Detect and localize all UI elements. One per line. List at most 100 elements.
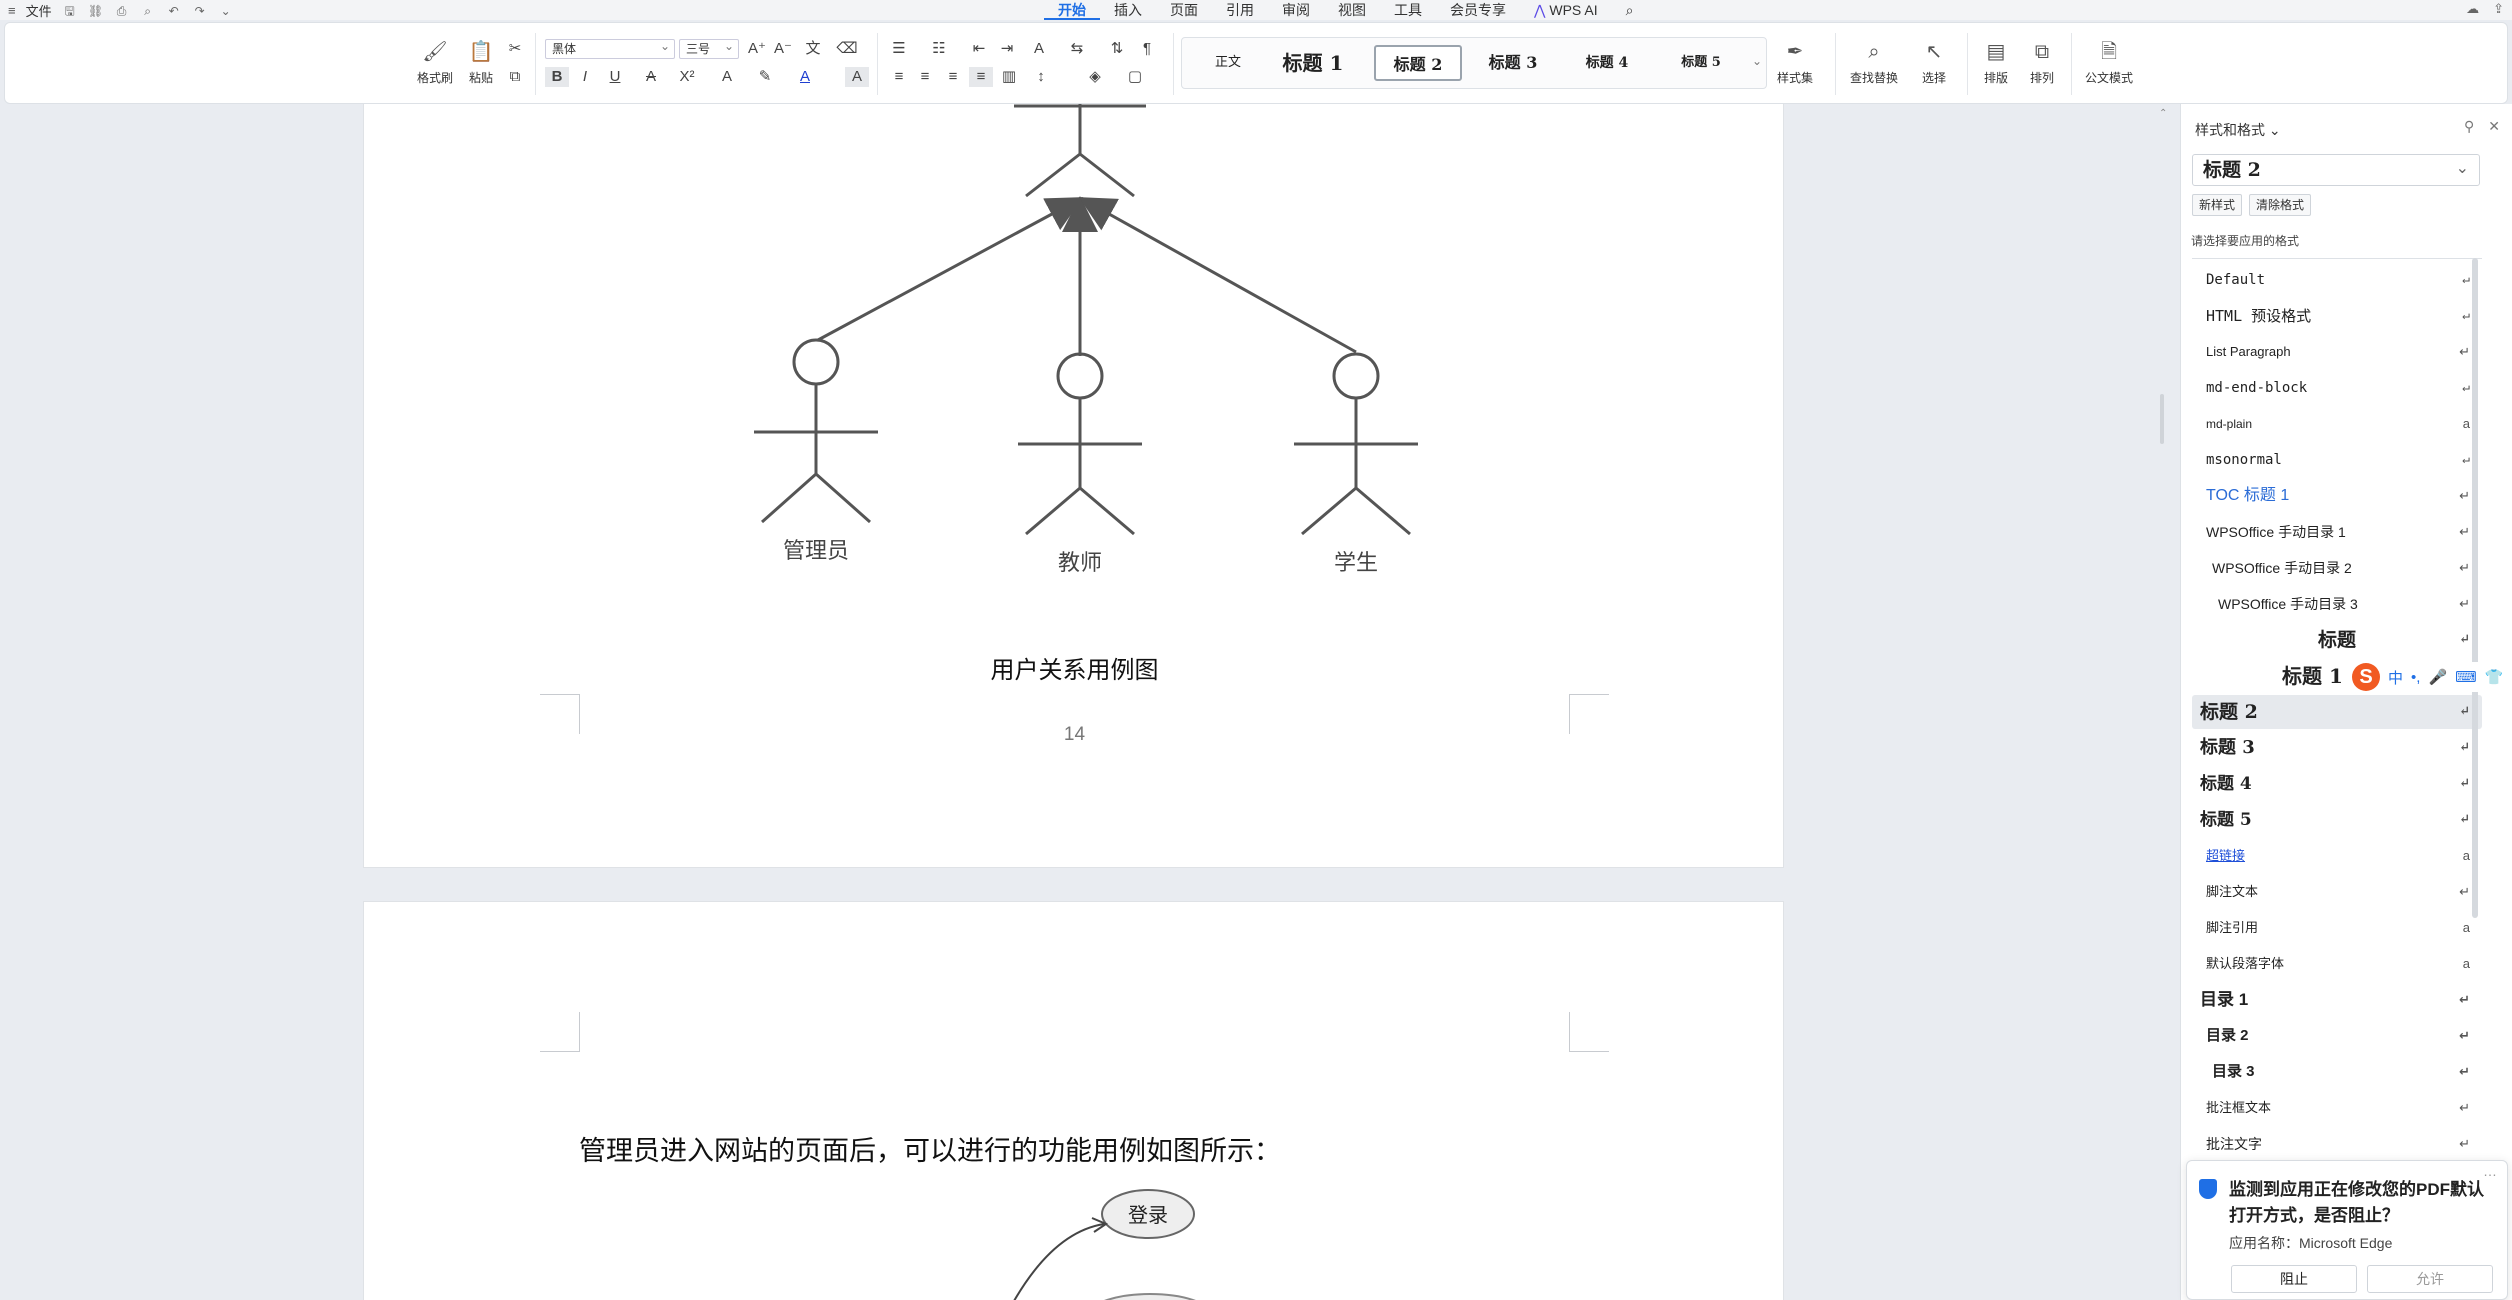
cut-icon[interactable]: ✂ xyxy=(503,39,527,59)
phonetic-icon[interactable]: 文 xyxy=(801,39,825,59)
select-button[interactable]: ↖ 选择 xyxy=(1909,39,1959,86)
superscript-icon[interactable]: X² xyxy=(675,67,699,87)
sogou-logo-icon[interactable]: S xyxy=(2352,663,2380,691)
keyboard-icon[interactable]: ⌨ xyxy=(2455,668,2477,686)
bold-icon[interactable]: B xyxy=(545,67,569,87)
style-item[interactable]: Default ↵ xyxy=(2192,263,2482,297)
arrange-button[interactable]: ⧉ 排列 xyxy=(2021,39,2063,86)
style-item[interactable]: 超链接 a xyxy=(2192,839,2482,873)
ime-language-toggle[interactable]: 中 xyxy=(2388,667,2403,688)
text-effect-icon[interactable]: A xyxy=(715,67,739,87)
justify-icon[interactable]: ≡ xyxy=(969,67,993,87)
clear-format-button[interactable]: 清除格式 xyxy=(2249,194,2312,216)
bullet-list-icon[interactable]: ☰ xyxy=(887,39,911,59)
wps-ai-button[interactable]: ⋀ WPS AI xyxy=(1520,0,1612,20)
style-item-selected[interactable]: 标题 2 ↵ xyxy=(2192,695,2482,729)
tab-tools[interactable]: 工具 xyxy=(1380,0,1436,20)
highlight-icon[interactable]: ✎ xyxy=(753,67,777,87)
microphone-icon[interactable]: 🎤 xyxy=(2428,668,2447,686)
style-item[interactable]: WPSOffice 手动目录 2 ↵ xyxy=(2192,551,2482,585)
tab-insert[interactable]: 插入 xyxy=(1100,0,1156,20)
layout-button[interactable]: ▤ 排版 xyxy=(1975,39,2017,86)
punctuation-icon[interactable]: •, xyxy=(2411,669,2420,686)
underline-icon[interactable]: U xyxy=(603,67,627,87)
sort-icon[interactable]: ⇅ xyxy=(1105,39,1129,59)
block-button[interactable]: 阻止 xyxy=(2231,1265,2357,1293)
menu-icon[interactable]: ≡ xyxy=(8,3,16,18)
style-set-button[interactable]: ✒ 样式集 xyxy=(1767,39,1823,86)
style-heading-4[interactable]: 标题 4 xyxy=(1564,45,1650,81)
style-item[interactable]: md-end-block ↵ xyxy=(2192,371,2482,405)
copy-icon[interactable]: ⧉ xyxy=(503,67,527,87)
figure-caption[interactable]: 用户关系用例图 xyxy=(364,650,1785,685)
paste-button[interactable]: 📋 粘贴 xyxy=(461,39,501,86)
link-icon[interactable]: ⛓ xyxy=(88,4,104,18)
align-left-icon[interactable]: ≡ xyxy=(887,67,911,87)
line-spacing-icon[interactable]: ↕ xyxy=(1029,67,1053,87)
decrease-indent-icon[interactable]: ⇤ xyxy=(967,39,991,59)
style-heading-1[interactable]: 标题 1 xyxy=(1270,45,1356,81)
text-direction-icon[interactable]: ⇆ xyxy=(1065,39,1089,59)
style-item[interactable]: TOC 标题 1 ↵ xyxy=(2192,479,2482,513)
style-item[interactable]: 标题 4 ↵ xyxy=(2192,767,2482,801)
format-painter-button[interactable]: 🖌 格式刷 xyxy=(415,39,455,86)
shrink-font-icon[interactable]: A⁻ xyxy=(771,39,795,59)
style-item[interactable]: 默认段落字体 a xyxy=(2192,947,2482,981)
skin-icon[interactable]: 👕 xyxy=(2485,668,2504,686)
style-item[interactable]: msonormal ↵ xyxy=(2192,443,2482,477)
style-heading-5[interactable]: 标题 5 xyxy=(1658,45,1744,81)
tab-references[interactable]: 引用 xyxy=(1212,0,1268,20)
style-item[interactable]: 批注文字 ↵ xyxy=(2192,1127,2482,1161)
panel-splitter[interactable]: ⌃ xyxy=(2155,104,2169,1300)
scroll-thumb[interactable] xyxy=(2160,394,2164,444)
style-item[interactable]: 标题 3 ↵ xyxy=(2192,731,2482,765)
pin-icon[interactable]: ⚲ xyxy=(2464,118,2474,135)
style-normal[interactable]: 正文 xyxy=(1190,45,1266,81)
style-item[interactable]: 目录 2 ↵ xyxy=(2192,1019,2482,1053)
grow-font-icon[interactable]: A⁺ xyxy=(745,39,769,59)
styles-expand-icon[interactable]: ⌄ xyxy=(1752,54,1762,68)
new-style-button[interactable]: 新样式 xyxy=(2192,194,2243,216)
numbered-list-icon[interactable]: ☷ xyxy=(927,39,951,59)
style-item[interactable]: 标题 5 ↵ xyxy=(2192,803,2482,837)
style-item[interactable]: List Paragraph ↵ xyxy=(2192,335,2482,369)
document-page[interactable]: 管理员进入网站的页面后，可以进行的功能用例如图所示： 登录 xyxy=(363,901,1784,1300)
style-list-scrollbar[interactable] xyxy=(2472,258,2478,918)
chinese-layout-icon[interactable]: A xyxy=(1027,39,1051,59)
style-item[interactable]: md-plain a xyxy=(2192,407,2482,441)
show-marks-icon[interactable]: ¶ xyxy=(1135,39,1159,59)
allow-button[interactable]: 允许 xyxy=(2367,1265,2493,1293)
share-icon[interactable]: ⇪ xyxy=(2493,1,2504,17)
close-icon[interactable]: ✕ xyxy=(2488,118,2500,135)
style-item[interactable]: HTML 预设格式 ↵ xyxy=(2192,299,2482,333)
tab-view[interactable]: 视图 xyxy=(1324,0,1380,20)
find-replace-button[interactable]: ⌕ 查找替换 xyxy=(1843,39,1905,86)
style-heading-2[interactable]: 标题 2 xyxy=(1374,45,1462,81)
print-preview-icon[interactable]: ⌕ xyxy=(140,4,156,18)
save-icon[interactable]: 🖫 xyxy=(62,4,78,18)
style-item[interactable]: WPSOffice 手动目录 1 ↵ xyxy=(2192,515,2482,549)
official-mode-button[interactable]: 🗎 公文模式 xyxy=(2079,39,2139,86)
style-item[interactable]: 脚注引用 a xyxy=(2192,911,2482,945)
style-item[interactable]: 目录 1 ↵ xyxy=(2192,983,2482,1017)
clear-format-icon[interactable]: ⌫ xyxy=(835,39,859,59)
distribute-icon[interactable]: ▥ xyxy=(997,67,1021,87)
print-icon[interactable]: ⎙ xyxy=(114,4,130,18)
font-color-icon[interactable]: A xyxy=(793,67,817,87)
font-name-select[interactable]: 黑体 xyxy=(545,37,675,59)
border-icon[interactable]: ▢ xyxy=(1123,67,1147,87)
chevron-down-icon[interactable]: ⌄ xyxy=(2269,122,2281,138)
char-shading-icon[interactable]: A xyxy=(845,67,869,87)
style-item[interactable]: WPSOffice 手动目录 3 ↵ xyxy=(2192,587,2482,621)
style-heading-3[interactable]: 标题 3 xyxy=(1470,45,1556,81)
increase-indent-icon[interactable]: ⇥ xyxy=(995,39,1019,59)
tab-review[interactable]: 审阅 xyxy=(1268,0,1324,20)
document-page[interactable]: 管理员 教师 学生 用户关系用例图 14 xyxy=(363,104,1784,868)
style-item[interactable]: 目录 3 ↵ xyxy=(2192,1055,2482,1089)
redo-icon[interactable]: ↷ xyxy=(192,4,208,18)
align-right-icon[interactable]: ≡ xyxy=(941,67,965,87)
undo-icon[interactable]: ↶ xyxy=(166,4,182,18)
cloud-icon[interactable]: ☁ xyxy=(2466,1,2479,17)
italic-icon[interactable]: I xyxy=(573,67,597,87)
search-icon[interactable]: ⌕ xyxy=(1612,0,1648,20)
